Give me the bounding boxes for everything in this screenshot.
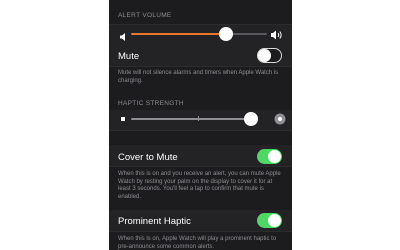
divider xyxy=(109,24,292,25)
cover-to-mute-label: Cover to Mute xyxy=(118,152,178,163)
speaker-low-icon xyxy=(119,29,129,41)
cover-to-mute-toggle[interactable] xyxy=(257,149,282,164)
prominent-haptic-footnote: When this is on, Apple Watch will play a… xyxy=(118,236,277,250)
alert-volume-thumb[interactable] xyxy=(219,27,233,41)
settings-screen: ALERT VOLUME Mute Mute will not silence … xyxy=(109,0,292,250)
toggle-knob xyxy=(258,49,271,62)
speaker-high-icon xyxy=(270,28,284,40)
mute-footnote: Mute will not silence alarms and timers … xyxy=(118,70,279,84)
mute-label: Mute xyxy=(118,51,140,62)
haptic-low-icon xyxy=(120,116,126,122)
alert-volume-header: ALERT VOLUME xyxy=(118,12,172,19)
alert-volume-fill xyxy=(131,33,226,35)
alert-volume-slider[interactable] xyxy=(131,26,267,42)
haptic-high-icon xyxy=(274,112,286,125)
toggle-knob xyxy=(268,214,281,227)
divider xyxy=(109,231,292,232)
prominent-haptic-label: Prominent Haptic xyxy=(118,216,191,227)
toggle-knob xyxy=(268,150,281,163)
haptic-strength-fill xyxy=(131,118,251,120)
divider xyxy=(109,66,292,67)
cover-to-mute-footnote: When this is on and you receive an alert… xyxy=(118,171,281,200)
mute-toggle[interactable] xyxy=(257,48,282,63)
haptic-strength-slider[interactable] xyxy=(131,111,271,127)
haptic-strength-thumb[interactable] xyxy=(244,112,258,126)
divider xyxy=(109,130,292,131)
divider xyxy=(109,166,292,167)
prominent-haptic-toggle[interactable] xyxy=(257,213,282,228)
haptic-tick xyxy=(198,116,199,121)
haptic-strength-header: HAPTIC STRENGTH xyxy=(118,100,184,107)
